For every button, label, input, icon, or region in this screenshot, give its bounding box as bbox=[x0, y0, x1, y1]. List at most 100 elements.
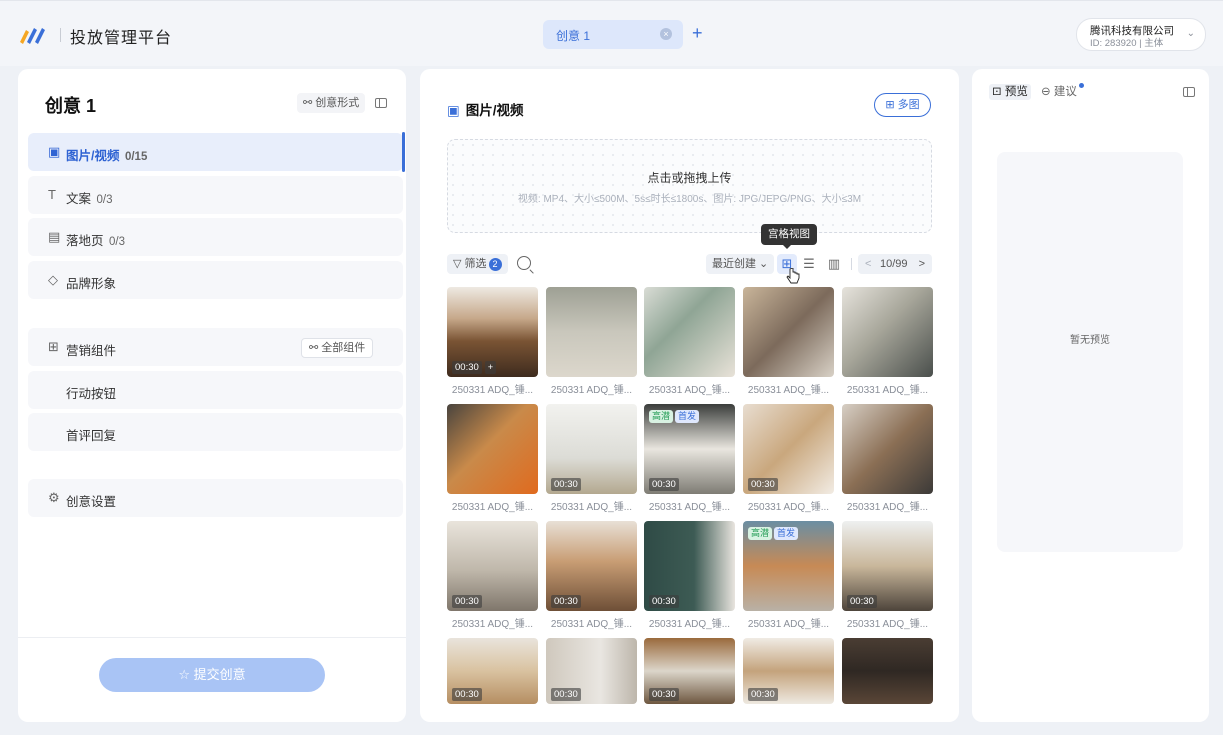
media-thumbnail[interactable]: 00:30 bbox=[546, 404, 637, 494]
first-release-badge: 首发 bbox=[774, 527, 799, 540]
column-view-icon[interactable]: ▥ bbox=[824, 254, 844, 274]
sub-item-action-button[interactable]: 行动按钮 bbox=[28, 371, 403, 409]
duration-badge: 00:30 bbox=[551, 595, 581, 608]
nav-item-copy[interactable]: T 文案 0/3 bbox=[28, 176, 403, 214]
media-caption: 250331 ADQ_锤... bbox=[648, 385, 731, 396]
duration-badge: 00:30 bbox=[748, 688, 778, 701]
account-id: ID: 283920 | 主体 bbox=[1090, 38, 1164, 49]
tab-label: 创意 1 bbox=[556, 29, 591, 43]
nav-item-count: 0/3 bbox=[109, 236, 125, 248]
media-thumbnail[interactable]: 00:30 bbox=[743, 404, 834, 494]
high-potential-badge: 高潜 bbox=[748, 527, 773, 540]
media-thumbnail[interactable]: 00:30 bbox=[546, 638, 637, 704]
panel-title: ▣ 图片/视频 bbox=[447, 99, 524, 119]
multi-image-button[interactable]: ⊞ 多图 bbox=[874, 93, 931, 117]
nav-item-landing-page[interactable]: ▤ 落地页 0/3 bbox=[28, 218, 403, 256]
first-release-badge: 首发 bbox=[675, 410, 700, 423]
search-icon[interactable] bbox=[517, 256, 531, 270]
media-thumbnail[interactable]: 00:30 bbox=[743, 638, 834, 704]
active-indicator bbox=[402, 132, 405, 172]
filter-label: ▽ 筛选 bbox=[453, 258, 487, 270]
media-caption: 250331 ADQ_锤... bbox=[648, 502, 731, 513]
sort-dropdown[interactable]: 最近创建 ⌄ bbox=[706, 254, 775, 274]
duration-badge: 00:30 bbox=[551, 478, 581, 491]
upload-title: 点击或拖拽上传 bbox=[647, 171, 732, 185]
sub-item-label: 首评回复 bbox=[66, 429, 117, 443]
text-icon: T bbox=[48, 187, 56, 202]
media-thumbnail[interactable]: 高潜 首发 00:30 bbox=[644, 404, 735, 494]
media-thumbnail[interactable] bbox=[644, 287, 735, 377]
preview-area: 暂无预览 bbox=[997, 152, 1183, 552]
media-caption: 250331 ADQ_锤... bbox=[747, 502, 830, 513]
image-icon: ▣ bbox=[48, 144, 61, 159]
tab-preview[interactable]: ⊡ 预览 bbox=[989, 84, 1031, 100]
media-thumbnail[interactable] bbox=[842, 638, 933, 704]
media-caption: 250331 ADQ_锤... bbox=[550, 502, 633, 513]
close-icon[interactable]: × bbox=[660, 28, 672, 40]
media-caption: 250331 ADQ_锤... bbox=[846, 385, 929, 396]
media-panel: ▣ 图片/视频 ⊞ 多图 点击或拖拽上传 视频: MP4、大小≤500M、5s≤时… bbox=[420, 69, 959, 722]
preview-panel: ⊡ 预览 ⊖ 建议 暂无预览 bbox=[972, 69, 1209, 722]
nav-item-settings[interactable]: ⚙ 创意设置 bbox=[28, 479, 403, 517]
all-components-button[interactable]: ⚯ 全部组件 bbox=[301, 338, 374, 358]
next-page-button[interactable]: > bbox=[919, 254, 925, 274]
media-thumbnail[interactable] bbox=[546, 287, 637, 377]
prev-page-button[interactable]: < bbox=[865, 254, 871, 274]
duration-badge: 00:30 bbox=[452, 361, 482, 374]
tag-icon: ◇ bbox=[48, 272, 58, 287]
media-thumbnail[interactable] bbox=[447, 404, 538, 494]
media-caption: 250331 ADQ_锤... bbox=[747, 385, 830, 396]
filter-count-badge: 2 bbox=[488, 258, 502, 271]
high-potential-badge: 高潜 bbox=[649, 410, 674, 423]
collapse-panel-icon[interactable] bbox=[1183, 87, 1195, 97]
tab-creative-1[interactable]: 创意 1 × bbox=[543, 20, 683, 49]
page-indicator: 10/99 bbox=[880, 258, 908, 270]
add-icon[interactable]: + bbox=[485, 361, 496, 374]
submit-creative-button[interactable]: ☆ 提交创意 bbox=[99, 658, 325, 692]
media-thumbnail[interactable] bbox=[842, 287, 933, 377]
filter-button[interactable]: ▽ 筛选 2 bbox=[447, 254, 508, 274]
duration-badge: 00:30 bbox=[452, 595, 482, 608]
creative-form-button[interactable]: ⚯ 创意形式 bbox=[297, 93, 366, 113]
image-icon: ▣ bbox=[447, 103, 460, 118]
tag-group: 高潜 首发 bbox=[748, 525, 800, 540]
media-thumbnail[interactable]: 00:30 bbox=[546, 521, 637, 611]
account-switcher[interactable]: 腾讯科技有限公司 ID: 283920 | 主体 ⌄ bbox=[1076, 18, 1206, 51]
media-thumbnail[interactable]: 00:30 bbox=[842, 521, 933, 611]
media-caption: 250331 ADQ_锤... bbox=[550, 385, 633, 396]
media-thumbnail[interactable]: 00:30 + bbox=[447, 287, 538, 377]
nav-item-media[interactable]: ▣ 图片/视频 0/15 bbox=[28, 133, 403, 171]
add-tab-button[interactable]: + bbox=[692, 21, 703, 45]
media-thumbnail[interactable]: 00:30 bbox=[447, 638, 538, 704]
upload-dropzone[interactable]: 点击或拖拽上传 视频: MP4、大小≤500M、5s≤时长≤1800s、图片: … bbox=[447, 139, 932, 233]
page-icon: ▤ bbox=[48, 229, 61, 244]
media-caption: 250331 ADQ_锤... bbox=[846, 619, 929, 630]
list-view-icon[interactable]: ☰ bbox=[799, 254, 819, 274]
gear-icon: ⚙ bbox=[48, 490, 60, 505]
brand-divider bbox=[60, 28, 61, 42]
chevron-down-icon: ⌄ bbox=[1186, 28, 1195, 39]
media-thumbnail[interactable]: 00:30 bbox=[644, 521, 735, 611]
nav-item-label: 营销组件 bbox=[66, 344, 117, 358]
nav-item-label: 创意设置 bbox=[66, 495, 117, 509]
top-bar: 投放管理平台 创意 1 × + 腾讯科技有限公司 ID: 283920 | 主体… bbox=[0, 0, 1223, 66]
media-thumbnail[interactable]: 00:30 bbox=[447, 521, 538, 611]
media-caption: 250331 ADQ_锤... bbox=[451, 619, 534, 630]
duration-badge: 00:30 bbox=[748, 478, 778, 491]
nav-item-label: 落地页 bbox=[66, 234, 104, 248]
nav-item-brand[interactable]: ◇ 品牌形象 bbox=[28, 261, 403, 299]
sub-item-first-comment[interactable]: 首评回复 bbox=[28, 413, 403, 451]
duration-badge: 00:30 bbox=[452, 688, 482, 701]
duration-badge: 00:30 bbox=[649, 688, 679, 701]
nav-item-count: 0/3 bbox=[96, 194, 113, 206]
media-thumbnail[interactable]: 高潜 首发 bbox=[743, 521, 834, 611]
notification-dot bbox=[1079, 83, 1084, 88]
media-thumbnail[interactable] bbox=[743, 287, 834, 377]
grid-view-tooltip: 宫格视图 bbox=[761, 224, 817, 249]
creative-title: 创意 1 bbox=[45, 96, 97, 116]
collapse-panel-icon[interactable] bbox=[375, 98, 387, 108]
duration-badge: 00:30 bbox=[649, 595, 679, 608]
media-thumbnail[interactable]: 00:30 bbox=[644, 638, 735, 704]
media-thumbnail[interactable] bbox=[842, 404, 933, 494]
tab-suggestions[interactable]: ⊖ 建议 bbox=[1041, 84, 1077, 100]
